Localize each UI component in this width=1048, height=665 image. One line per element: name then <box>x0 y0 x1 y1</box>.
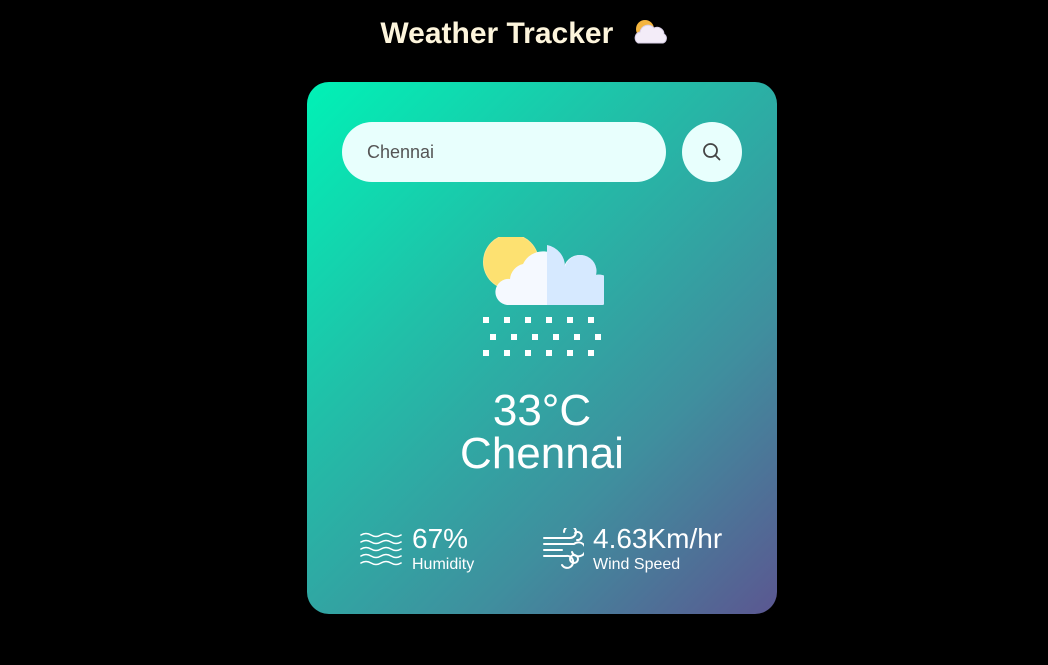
city-name: Chennai <box>460 429 624 478</box>
page-title: Weather Tracker <box>0 14 1048 54</box>
search-icon <box>703 143 721 161</box>
humidity-value: 67% <box>412 523 469 554</box>
search-button[interactable] <box>682 122 742 182</box>
sun-cloud-snow-icon <box>483 237 604 356</box>
sun-behind-cloud-icon <box>630 17 668 47</box>
wind-label: Wind Speed <box>593 556 681 573</box>
temperature: 33°C <box>492 386 592 435</box>
wind-icon <box>543 528 584 569</box>
wind-value: 4.63Km/hr <box>593 523 723 554</box>
page-title-text: Weather Tracker <box>380 17 614 50</box>
humidity-label: Humidity <box>412 556 475 573</box>
weather-card: 33°C Chennai 67% Humidity 4. <box>307 82 777 614</box>
humidity-waves-icon <box>360 532 402 566</box>
search-input[interactable] <box>342 122 666 182</box>
